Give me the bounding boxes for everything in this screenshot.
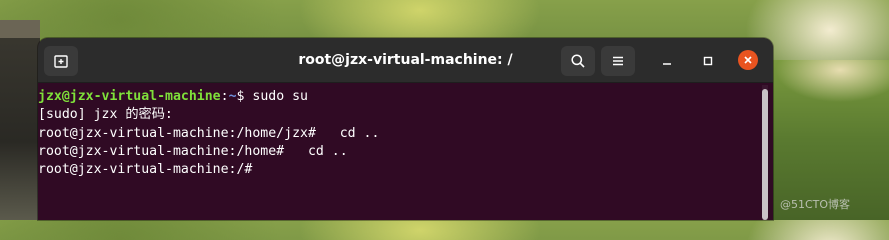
- command-text: $ sudo su: [236, 89, 308, 104]
- watermark: @51CTO博客: [780, 198, 851, 211]
- minimize-button[interactable]: [658, 52, 676, 70]
- terminal-line: root@jzx-virtual-machine:/#: [38, 162, 253, 178]
- wallpaper-house: [0, 25, 40, 220]
- scrollbar-thumb[interactable]: [762, 89, 768, 220]
- prompt-path: ~: [228, 89, 237, 104]
- menu-button[interactable]: [601, 46, 635, 76]
- search-icon: [571, 54, 585, 68]
- hamburger-menu-icon: [613, 56, 623, 66]
- prompt-separator: :: [220, 89, 229, 104]
- scrollbar[interactable]: [762, 85, 768, 220]
- terminal-line: root@jzx-virtual-machine:/home# cd ..: [38, 143, 348, 159]
- new-tab-button[interactable]: [44, 46, 78, 76]
- prompt-user: jzx@jzx-virtual-machine: [38, 89, 221, 104]
- terminal-line: root@jzx-virtual-machine:/home/jzx# cd .…: [38, 125, 380, 141]
- maximize-button[interactable]: [699, 52, 717, 70]
- close-icon: [744, 56, 752, 64]
- terminal-line: jzx@jzx-virtual-machine:~$ sudo su: [38, 88, 760, 106]
- new-tab-icon: [54, 55, 68, 68]
- maximize-icon: [703, 56, 713, 66]
- terminal-output[interactable]: jzx@jzx-virtual-machine:~$ sudo su [sudo…: [38, 84, 760, 220]
- minimize-icon: [663, 63, 671, 65]
- terminal-window: root@jzx-virtual-machine: / jzx@jzx-virt…: [38, 38, 773, 220]
- close-button[interactable]: [738, 50, 758, 70]
- terminal-line: [sudo] jzx 的密码:: [38, 107, 173, 123]
- wallpaper-roof: [0, 20, 40, 38]
- titlebar: root@jzx-virtual-machine: /: [38, 38, 773, 83]
- search-button[interactable]: [561, 46, 595, 76]
